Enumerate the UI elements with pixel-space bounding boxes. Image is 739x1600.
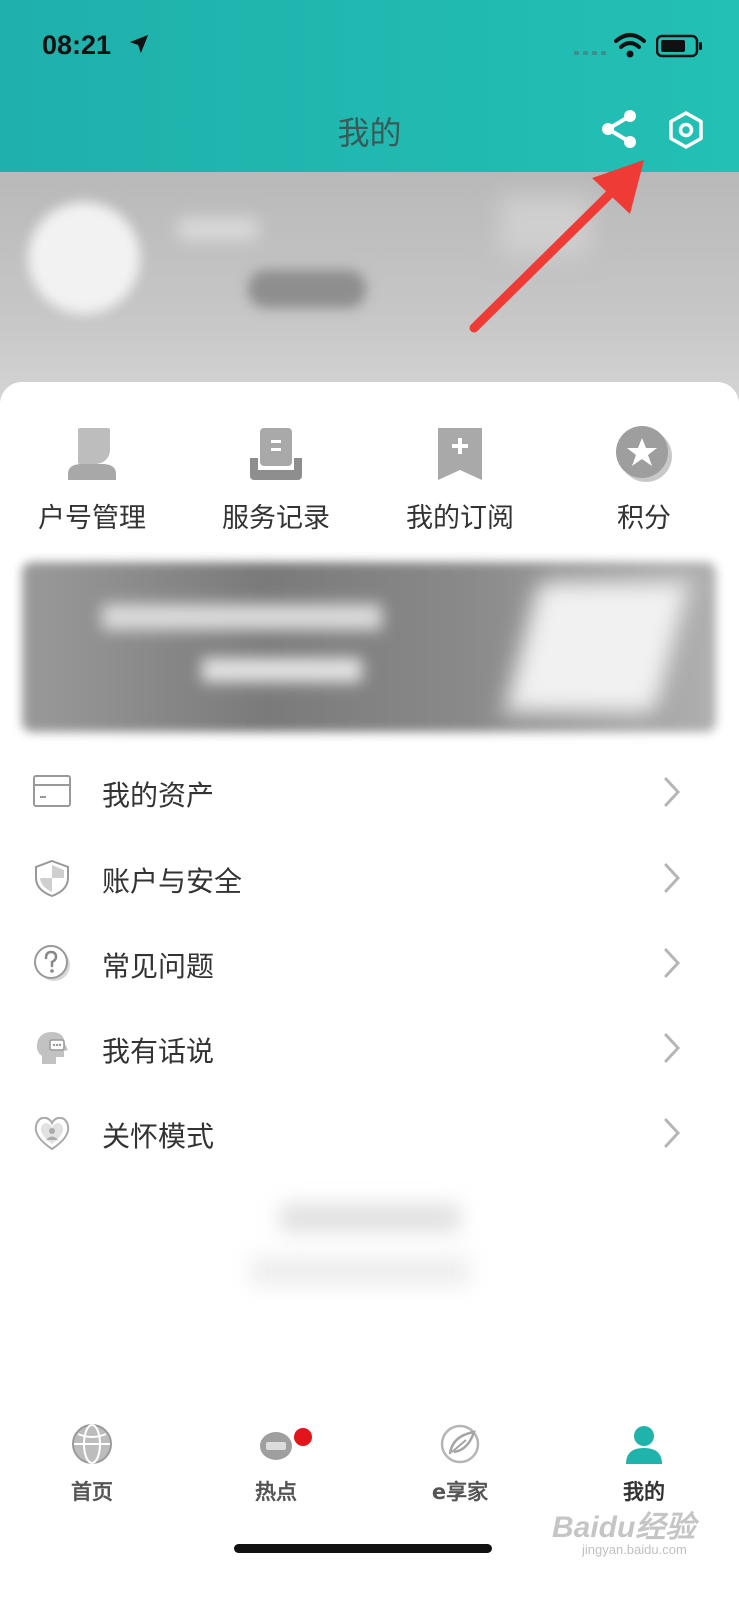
tab-e-home[interactable]: e享家 bbox=[368, 1400, 552, 1510]
settings-gear-icon[interactable] bbox=[666, 110, 706, 150]
battery-icon bbox=[656, 34, 702, 58]
menu-item-care-mode[interactable]: 关怀模式 bbox=[0, 1091, 739, 1177]
card-asset-icon bbox=[33, 775, 71, 807]
home-indicator[interactable] bbox=[234, 1544, 492, 1553]
location-arrow-icon bbox=[129, 34, 149, 54]
quick-action-label: 积分 bbox=[617, 503, 671, 534]
person-card-icon bbox=[68, 428, 116, 480]
bookmark-plus-icon bbox=[438, 428, 482, 480]
tab-label: 首页 bbox=[71, 1480, 113, 1504]
signal-icon bbox=[574, 51, 606, 55]
blurred-text bbox=[250, 1256, 470, 1286]
menu-item-feedback[interactable]: 我有话说 bbox=[0, 1006, 739, 1092]
leaf-icon bbox=[440, 1424, 480, 1464]
share-icon[interactable] bbox=[600, 108, 640, 150]
blurred-text bbox=[280, 1204, 460, 1232]
service-record-icon bbox=[250, 428, 302, 480]
chevron-right-icon bbox=[664, 1118, 681, 1148]
menu-item-account-security[interactable]: 账户与安全 bbox=[0, 836, 739, 922]
chevron-right-icon bbox=[664, 948, 681, 978]
banner-text-blurred bbox=[202, 658, 362, 682]
promo-banner[interactable] bbox=[22, 562, 716, 732]
header-bar: 08:21 我的 bbox=[0, 0, 739, 172]
status-time: 08:21 bbox=[42, 30, 112, 60]
chevron-right-icon bbox=[664, 863, 681, 893]
quick-action-account[interactable]: 户号管理 bbox=[0, 422, 184, 552]
quick-action-service-record[interactable]: 服务记录 bbox=[184, 422, 368, 552]
heart-care-icon bbox=[34, 1116, 70, 1151]
tab-hot[interactable]: 热点 bbox=[184, 1400, 368, 1510]
menu-item-faq[interactable]: 常见问题 bbox=[0, 921, 739, 1007]
shield-icon bbox=[35, 859, 69, 898]
quick-action-subscription[interactable]: 我的订阅 bbox=[368, 422, 552, 552]
menu-item-label: 账户与安全 bbox=[102, 865, 243, 898]
watermark-url: jingyan.baidu.com bbox=[582, 1542, 687, 1557]
tab-label: 热点 bbox=[255, 1480, 297, 1504]
user-icon bbox=[626, 1426, 662, 1464]
wifi-icon bbox=[614, 33, 646, 58]
star-badge-icon bbox=[616, 426, 672, 482]
annotation-arrow-icon bbox=[469, 160, 644, 333]
quick-action-points[interactable]: 积分 bbox=[552, 422, 736, 552]
banner-graphic-blurred bbox=[504, 582, 690, 712]
chevron-right-icon bbox=[664, 777, 681, 807]
globe-icon bbox=[72, 1424, 112, 1464]
watermark: Baidu经验 jingyan.baidu.com bbox=[552, 1502, 712, 1562]
menu-item-label: 常见问题 bbox=[102, 950, 215, 983]
tab-mine[interactable]: 我的 bbox=[552, 1400, 736, 1510]
quick-action-label: 我的订阅 bbox=[406, 503, 514, 534]
avatar[interactable] bbox=[28, 202, 140, 314]
speak-head-icon bbox=[36, 1032, 68, 1064]
quick-action-label: 户号管理 bbox=[38, 503, 146, 534]
menu-item-label: 关怀模式 bbox=[102, 1120, 215, 1153]
watermark-logo: Baidu经验 bbox=[552, 1511, 696, 1544]
quick-action-label: 服务记录 bbox=[222, 503, 330, 534]
notification-badge bbox=[294, 1428, 312, 1446]
tab-home[interactable]: 首页 bbox=[0, 1400, 184, 1510]
menu-item-label: 我有话说 bbox=[102, 1035, 215, 1068]
tab-label: e享家 bbox=[431, 1480, 489, 1504]
banner-text-blurred bbox=[102, 604, 382, 630]
menu-item-assets[interactable]: 我的资产 bbox=[0, 750, 739, 836]
blurred-footer-content bbox=[250, 1190, 470, 1300]
menu-item-label: 我的资产 bbox=[102, 779, 215, 812]
hot-icon bbox=[260, 1432, 292, 1460]
quick-actions: 户号管理 服务记录 我的订阅 积分 bbox=[0, 422, 739, 552]
chevron-right-icon bbox=[664, 1033, 681, 1063]
question-icon bbox=[34, 945, 70, 981]
profile-badge-blurred bbox=[248, 270, 366, 308]
profile-name-blurred bbox=[178, 218, 258, 240]
